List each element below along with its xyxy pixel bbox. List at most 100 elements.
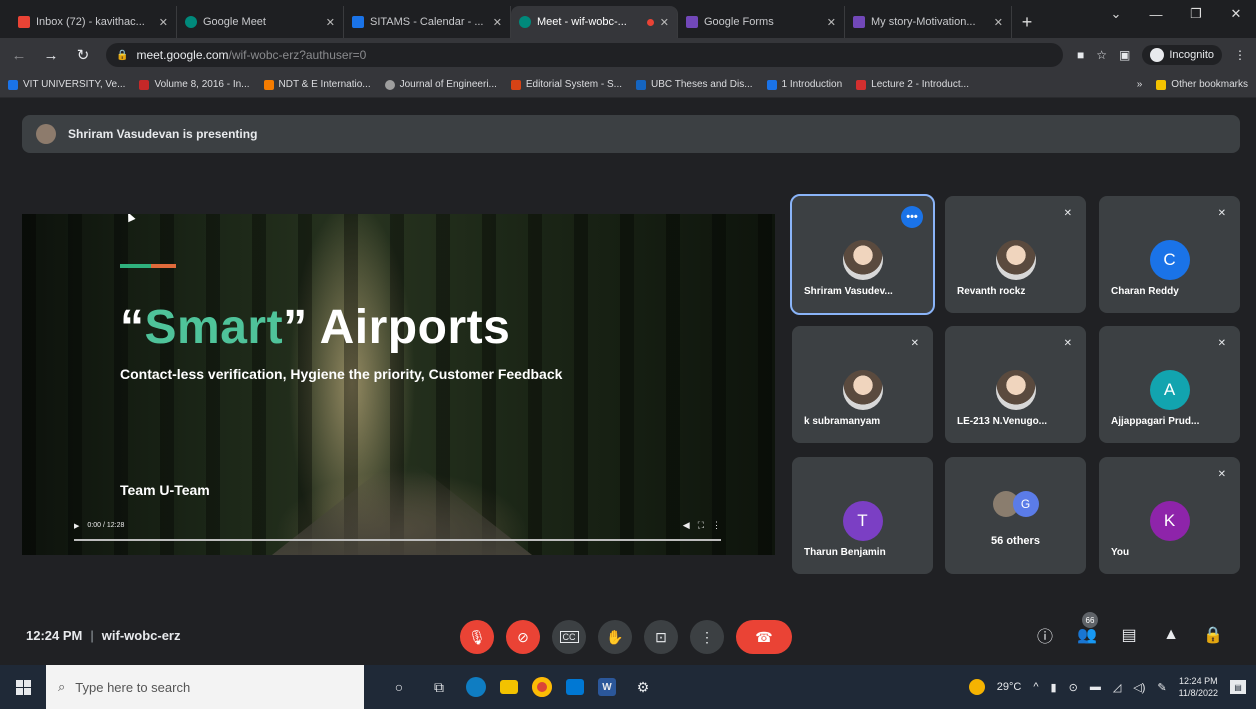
close-icon[interactable]: ✕: [660, 16, 669, 29]
participant-tile-you[interactable]: ✕ K You: [1099, 457, 1240, 574]
presentation-slide[interactable]: “Smart” Airports Contact-less verificati…: [22, 214, 775, 555]
taskbar-clock[interactable]: 12:24 PM 11/8/2022: [1179, 675, 1218, 699]
tab-inbox[interactable]: Inbox (72) - kavithac... ✕: [10, 6, 177, 38]
leave-call-button[interactable]: ☎: [736, 620, 792, 654]
more-options-button[interactable]: ⋮: [690, 620, 724, 654]
camera-toggle-button[interactable]: ⊘: [506, 620, 540, 654]
close-icon[interactable]: ✕: [493, 16, 502, 29]
camera-indicator-icon[interactable]: ■: [1077, 48, 1084, 62]
bookmark-item[interactable]: Volume 8, 2016 - In...: [139, 79, 250, 90]
fullscreen-icon[interactable]: ⛶: [698, 520, 704, 531]
participant-name: LE-213 N.Venugo...: [957, 416, 1048, 427]
bookmark-star-icon[interactable]: ☆: [1096, 48, 1107, 62]
bookmark-item[interactable]: UBC Theses and Dis...: [636, 79, 753, 90]
bookmark-favicon-icon: [766, 79, 777, 90]
participant-tile-revanth[interactable]: ✕ Revanth rockz: [945, 196, 1086, 313]
close-window-button[interactable]: ✕: [1216, 0, 1256, 28]
present-button[interactable]: ⊡: [644, 620, 678, 654]
meeting-details-button[interactable]: ⓘ: [1034, 624, 1056, 646]
hang-up-icon: ☎: [755, 628, 773, 645]
raise-hand-button[interactable]: ✋: [598, 620, 632, 654]
mic-toggle-button[interactable]: 🎙: [460, 620, 494, 654]
cortana-icon[interactable]: ○: [386, 674, 412, 700]
more-options-icon[interactable]: •••: [901, 206, 923, 228]
volume-icon[interactable]: ◀: [683, 520, 690, 531]
maximize-button[interactable]: ❐: [1176, 0, 1216, 28]
task-view-icon[interactable]: ⧉: [426, 674, 452, 700]
host-controls-button[interactable]: 🔒: [1202, 624, 1224, 646]
search-icon: ⌕: [58, 679, 66, 694]
bookmark-item[interactable]: VIT UNIVERSITY, Ve...: [8, 79, 125, 90]
captions-button[interactable]: CC: [552, 620, 586, 654]
more-bookmarks-icon[interactable]: »: [1137, 79, 1143, 90]
volume-icon[interactable]: ◁): [1133, 681, 1145, 694]
slide-subtitle: Contact-less verification, Hygiene the p…: [120, 366, 563, 382]
tab-my-story[interactable]: My story-Motivation... ✕: [845, 6, 1012, 38]
participant-tile-ajjappagari[interactable]: ✕ A Ajjappagari Prud...: [1099, 326, 1240, 443]
tab-google-meet[interactable]: Google Meet ✕: [177, 6, 344, 38]
tab-calendar[interactable]: SITAMS - Calendar - ... ✕: [344, 6, 511, 38]
notifications-icon[interactable]: ▤: [1230, 680, 1246, 694]
folder-icon: [1156, 79, 1167, 90]
bookmark-item[interactable]: 1 Introduction: [766, 79, 842, 90]
close-icon[interactable]: ✕: [159, 16, 168, 29]
participant-tile-tharun[interactable]: T Tharun Benjamin: [792, 457, 933, 574]
chevron-up-icon[interactable]: ^: [1033, 681, 1038, 693]
window-controls: ⌄ — ❐ ✕: [1096, 0, 1256, 28]
bookmark-label: Journal of Engineeri...: [399, 79, 497, 90]
settings-gear-icon[interactable]: ⚙: [630, 674, 656, 700]
new-tab-button[interactable]: +: [1012, 6, 1042, 38]
chat-button[interactable]: ▤: [1118, 624, 1140, 646]
participant-tile-others[interactable]: G 56 others: [945, 457, 1086, 574]
taskbar-search-input[interactable]: ⌕ Type here to search: [46, 665, 364, 709]
url-input[interactable]: 🔒 meet.google.com/wif-wobc-erz?authuser=…: [106, 43, 1063, 67]
tab-meet-active[interactable]: Meet - wif-wobc-... ✕: [511, 6, 678, 38]
bookmark-item[interactable]: NDT & E Internatio...: [263, 79, 371, 90]
pen-icon[interactable]: ✎: [1157, 681, 1166, 694]
meet-tray-icon[interactable]: ⊙: [1069, 681, 1078, 694]
temperature[interactable]: 29°C: [997, 681, 1022, 693]
participant-tile-subramanyam[interactable]: ✕ k subramanyam: [792, 326, 933, 443]
reload-button[interactable]: ↻: [74, 46, 92, 64]
participant-tile-charan[interactable]: ✕ C Charan Reddy: [1099, 196, 1240, 313]
gmail-icon: [18, 16, 30, 28]
people-button[interactable]: 66 👥: [1076, 612, 1098, 646]
tab-search-icon[interactable]: ⌄: [1096, 0, 1136, 28]
bookmark-label: UBC Theses and Dis...: [651, 79, 753, 90]
taskbar-apps: ○ ⧉ W ⚙: [386, 674, 656, 700]
store-icon[interactable]: [566, 679, 584, 695]
bookmark-label: Editorial System - S...: [525, 79, 623, 90]
start-button[interactable]: [0, 665, 46, 709]
bookmark-item[interactable]: Editorial System - S...: [510, 79, 623, 90]
present-screen-icon: ⊡: [655, 628, 667, 645]
incognito-badge[interactable]: Incognito: [1142, 45, 1222, 65]
forward-button[interactable]: →: [42, 47, 60, 64]
edge-icon[interactable]: [466, 677, 486, 697]
battery-icon[interactable]: ▬: [1090, 681, 1101, 693]
video-menu-icon[interactable]: ⋮: [712, 520, 721, 531]
tab-google-forms[interactable]: Google Forms ✕: [678, 6, 845, 38]
word-icon[interactable]: W: [598, 678, 616, 696]
network-icon[interactable]: ◿: [1113, 681, 1121, 694]
file-explorer-icon[interactable]: [500, 680, 518, 694]
close-icon[interactable]: ✕: [827, 16, 836, 29]
participant-tile-shriram[interactable]: ••• Shriram Vasudev...: [790, 194, 935, 315]
bookmark-item[interactable]: Journal of Engineeri...: [384, 79, 497, 90]
tab-layout-icon[interactable]: ▣: [1119, 48, 1130, 62]
clock-time: 12:24 PM: [1179, 676, 1218, 686]
menu-kebab-icon[interactable]: ⋮: [1234, 48, 1246, 62]
close-icon[interactable]: ✕: [326, 16, 335, 29]
weather-icon[interactable]: [968, 679, 985, 695]
close-icon[interactable]: ✕: [994, 16, 1003, 29]
bookmark-label: NDT & E Internatio...: [278, 79, 371, 90]
activities-button[interactable]: ▲: [1160, 624, 1182, 646]
bookmark-item[interactable]: Lecture 2 - Introduct...: [856, 79, 969, 90]
other-bookmarks[interactable]: Other bookmarks: [1156, 79, 1248, 90]
video-progress-bar[interactable]: [74, 539, 721, 541]
usb-icon[interactable]: ▮: [1051, 681, 1057, 694]
play-icon[interactable]: ▶: [74, 522, 79, 530]
back-button[interactable]: ←: [10, 47, 28, 64]
chrome-icon[interactable]: [532, 677, 552, 697]
minimize-button[interactable]: —: [1136, 0, 1176, 28]
participant-tile-venugopal[interactable]: ✕ LE-213 N.Venugo...: [945, 326, 1086, 443]
